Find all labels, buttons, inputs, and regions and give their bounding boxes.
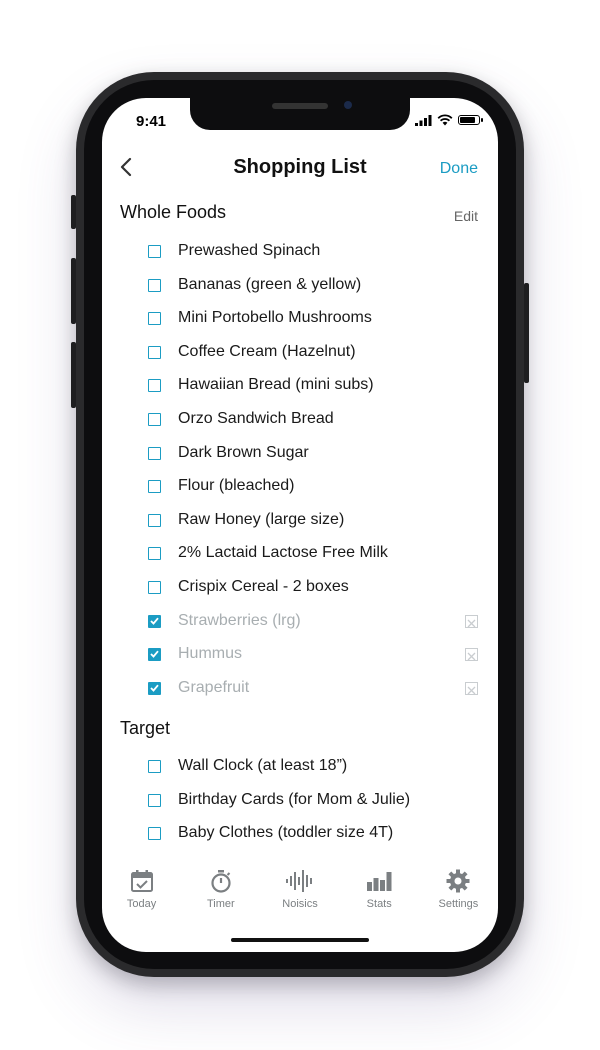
item-label: Prewashed Spinach: [178, 242, 321, 259]
tab-bar: Today Timer Noisics Stats Settings: [102, 868, 498, 918]
checkbox[interactable]: [148, 793, 161, 807]
item-label: Crispix Cereal - 2 boxes: [178, 578, 349, 595]
wifi-icon: [437, 114, 453, 126]
front-camera: [344, 101, 352, 109]
checkbox[interactable]: [148, 412, 161, 426]
checkbox[interactable]: [148, 759, 161, 773]
item-label: Strawberries (lrg): [178, 612, 301, 629]
close-icon: [467, 686, 476, 695]
item-label: Baby Clothes (toddler size 4T): [178, 824, 394, 841]
nav-bar: Shopping List Done: [102, 152, 498, 184]
tab-label: Today: [126, 898, 157, 910]
item-label: Raw Honey (large size): [178, 511, 345, 528]
list-item[interactable]: Baby Clothes (toddler size 4T): [148, 821, 478, 845]
page-title: Shopping List: [233, 156, 367, 178]
notch: [190, 98, 410, 130]
cellular-signal-icon: [415, 114, 432, 126]
list-item[interactable]: Birthday Cards (for Mom & Julie): [148, 788, 478, 812]
battery-icon: [458, 115, 483, 125]
volume-down-button: [71, 342, 76, 408]
list-item[interactable]: Flour (bleached): [148, 474, 478, 498]
tab-today[interactable]: Today: [102, 868, 181, 918]
checkbox[interactable]: [148, 479, 161, 493]
speaker-grille: [272, 103, 328, 109]
item-label: 2% Lactaid Lactose Free Milk: [178, 544, 388, 561]
item-label: Orzo Sandwich Bread: [178, 410, 334, 427]
done-button[interactable]: Done: [440, 160, 478, 178]
remove-item-button[interactable]: [465, 682, 478, 695]
list-item[interactable]: Raw Honey (large size): [148, 508, 478, 532]
tab-stats[interactable]: Stats: [340, 868, 419, 918]
power-button: [524, 283, 529, 383]
checkbox[interactable]: [148, 446, 161, 460]
checked-checkbox[interactable]: [148, 647, 161, 661]
item-label: Flour (bleached): [178, 477, 295, 494]
list-item[interactable]: Strawberries (lrg): [148, 609, 478, 633]
tab-label: Noisics: [282, 898, 318, 910]
tab-timer[interactable]: Timer: [181, 868, 260, 918]
remove-item-button[interactable]: [465, 648, 478, 661]
checkmark-icon: [150, 684, 159, 692]
checkmark-icon: [150, 650, 159, 658]
item-label: Mini Portobello Mushrooms: [178, 309, 372, 326]
list-item[interactable]: Hummus: [148, 642, 478, 666]
list-item[interactable]: Orzo Sandwich Bread: [148, 407, 478, 431]
list-item[interactable]: Dark Brown Sugar: [148, 441, 478, 465]
stopwatch-icon: [211, 870, 231, 893]
list-item[interactable]: Crispix Cereal - 2 boxes: [148, 575, 478, 599]
list-item[interactable]: Wall Clock (at least 18”): [148, 754, 478, 778]
item-label: Hummus: [178, 645, 243, 662]
status-time: 9:41: [136, 113, 167, 130]
checked-checkbox[interactable]: [148, 614, 161, 628]
tab-label: Timer: [206, 898, 235, 910]
checkbox[interactable]: [148, 278, 161, 292]
list-item[interactable]: Bananas (green & yellow): [148, 273, 478, 297]
edit-button[interactable]: Edit: [454, 208, 478, 224]
calendar-check-icon: [130, 870, 153, 892]
item-label: Dark Brown Sugar: [178, 444, 309, 461]
tab-settings[interactable]: Settings: [419, 868, 498, 918]
list-item[interactable]: Mini Portobello Mushrooms: [148, 306, 478, 330]
remove-item-button[interactable]: [465, 615, 478, 628]
tab-label: Stats: [366, 898, 392, 910]
checkbox[interactable]: [148, 311, 161, 325]
checkbox[interactable]: [148, 345, 161, 359]
checkbox[interactable]: [148, 513, 161, 527]
list-item[interactable]: Hawaiian Bread (mini subs): [148, 373, 478, 397]
section-title: Whole Foods: [120, 202, 227, 222]
item-label: Wall Clock (at least 18”): [178, 757, 348, 774]
list-item[interactable]: 2% Lactaid Lactose Free Milk: [148, 541, 478, 565]
sound-wave-icon: [286, 870, 312, 892]
checkbox[interactable]: [148, 546, 161, 560]
item-label: Hawaiian Bread (mini subs): [178, 376, 374, 393]
list-item[interactable]: Prewashed Spinach: [148, 239, 478, 263]
checkbox[interactable]: [148, 378, 161, 392]
checkbox[interactable]: [148, 826, 161, 840]
tab-label: Settings: [438, 898, 479, 910]
checkmark-icon: [150, 617, 159, 625]
app-screen: 9:41 Shopping List Done Whole Foods Edit P…: [102, 98, 498, 952]
checked-checkbox[interactable]: [148, 681, 161, 695]
close-icon: [467, 652, 476, 661]
close-icon: [467, 619, 476, 628]
item-label: Coffee Cream (Hazelnut): [178, 343, 356, 360]
list-item[interactable]: Coffee Cream (Hazelnut): [148, 340, 478, 364]
item-label: Grapefruit: [178, 679, 250, 696]
item-label: Bananas (green & yellow): [178, 276, 362, 293]
section-title: Target: [120, 718, 171, 738]
status-icons: [415, 114, 483, 126]
item-label: Birthday Cards (for Mom & Julie): [178, 791, 411, 808]
tab-noisics[interactable]: Noisics: [260, 868, 339, 918]
bar-chart-icon: [367, 872, 392, 891]
home-indicator: [231, 938, 369, 942]
checkbox[interactable]: [148, 244, 161, 258]
mute-switch: [71, 195, 76, 229]
gear-icon: [446, 869, 470, 893]
checkbox[interactable]: [148, 580, 161, 594]
list-item[interactable]: Grapefruit: [148, 676, 478, 700]
volume-up-button: [71, 258, 76, 324]
